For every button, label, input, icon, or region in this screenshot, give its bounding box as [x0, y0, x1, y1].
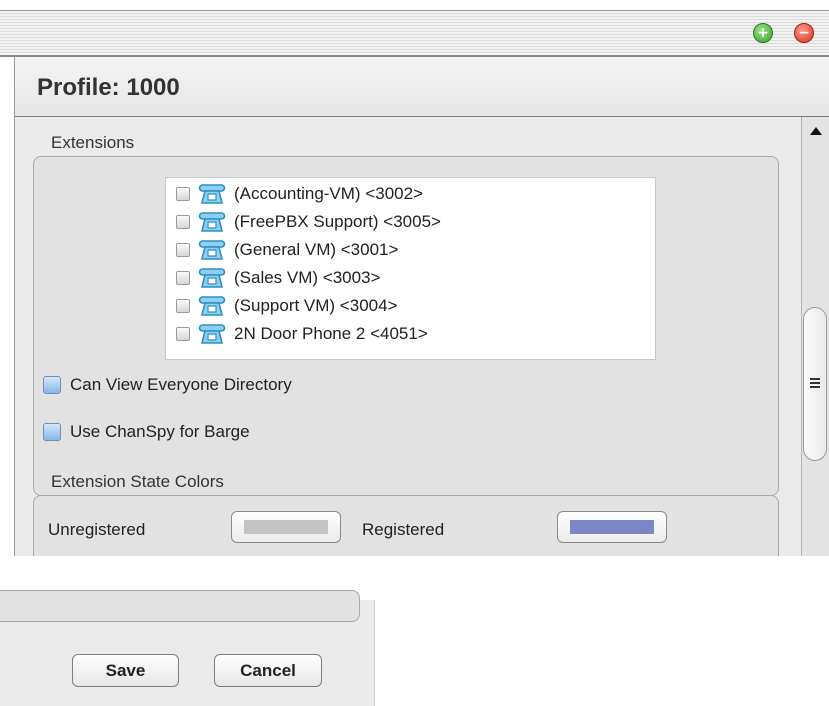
profile-header: Profile: 1000	[15, 57, 829, 117]
plus-glyph: +	[757, 25, 769, 41]
list-item[interactable]: (General VM) <3001>	[176, 238, 398, 262]
phone-icon	[198, 240, 226, 260]
extension-label: 2N Door Phone 2 <4051>	[234, 324, 428, 343]
use-chanspy-checkbox[interactable]	[43, 423, 61, 441]
extensions-list[interactable]: (Accounting-VM) <3002> (FreePBX Support)…	[165, 177, 656, 360]
phone-icon	[198, 268, 226, 288]
extension-label: (Sales VM) <3003>	[234, 268, 381, 287]
list-item[interactable]: (Support VM) <3004>	[176, 294, 397, 318]
extension-checkbox[interactable]	[176, 271, 190, 285]
extension-checkbox[interactable]	[176, 327, 190, 341]
extension-checkbox[interactable]	[176, 187, 190, 201]
extension-checkbox[interactable]	[176, 243, 190, 257]
phone-icon	[198, 184, 226, 204]
unregistered-label: Unregistered	[48, 520, 146, 539]
phone-icon	[198, 296, 226, 316]
group-box-bottom-edge	[0, 590, 360, 622]
vertical-scrollbar[interactable]	[801, 117, 829, 556]
can-view-everyone-label: Can View Everyone Directory	[70, 375, 292, 394]
cancel-button[interactable]: Cancel	[214, 654, 322, 687]
extension-checkbox[interactable]	[176, 215, 190, 229]
list-item[interactable]: (FreePBX Support) <3005>	[176, 210, 441, 234]
can-view-everyone-checkbox[interactable]	[43, 376, 61, 394]
extension-label: (FreePBX Support) <3005>	[234, 212, 441, 231]
minus-circle-icon[interactable]: −	[794, 23, 814, 43]
list-item[interactable]: 2N Door Phone 2 <4051>	[176, 322, 428, 346]
list-item[interactable]: (Sales VM) <3003>	[176, 266, 380, 290]
extension-label: (General VM) <3001>	[234, 240, 399, 259]
extensions-section-label: Extensions	[51, 133, 135, 152]
use-chanspy-row[interactable]: Use ChanSpy for Barge	[43, 422, 250, 442]
unregistered-color-swatch	[244, 520, 328, 534]
scroll-thumb[interactable]	[803, 307, 827, 461]
registered-color-swatch	[570, 520, 654, 534]
dialog-footer: Save Cancel	[0, 590, 375, 706]
phone-icon	[198, 324, 226, 344]
unregistered-color-button[interactable]	[231, 511, 341, 543]
profile-content: Extensions (Accounting-VM) <3002> (FreeP…	[15, 117, 800, 556]
use-chanspy-label: Use ChanSpy for Barge	[70, 422, 250, 441]
extension-checkbox[interactable]	[176, 299, 190, 313]
profile-panel: Profile: 1000 Extensions (Accounting-VM)…	[14, 57, 829, 556]
extension-label: (Support VM) <3004>	[234, 296, 398, 315]
registered-label: Registered	[362, 520, 445, 539]
can-view-everyone-row[interactable]: Can View Everyone Directory	[43, 375, 292, 395]
plus-circle-icon[interactable]: +	[753, 23, 773, 43]
grip-icon	[810, 378, 820, 389]
registered-color-button[interactable]	[557, 511, 667, 543]
scroll-up-arrow-icon[interactable]	[810, 127, 822, 135]
minus-glyph: −	[798, 25, 810, 41]
state-colors-section-label: Extension State Colors	[51, 472, 224, 491]
list-item[interactable]: (Accounting-VM) <3002>	[176, 182, 423, 206]
phone-icon	[198, 212, 226, 232]
save-button[interactable]: Save	[72, 654, 179, 687]
profile-title: Profile: 1000	[37, 74, 180, 101]
extension-label: (Accounting-VM) <3002>	[234, 184, 423, 203]
window-titlebar: + −	[0, 10, 829, 57]
